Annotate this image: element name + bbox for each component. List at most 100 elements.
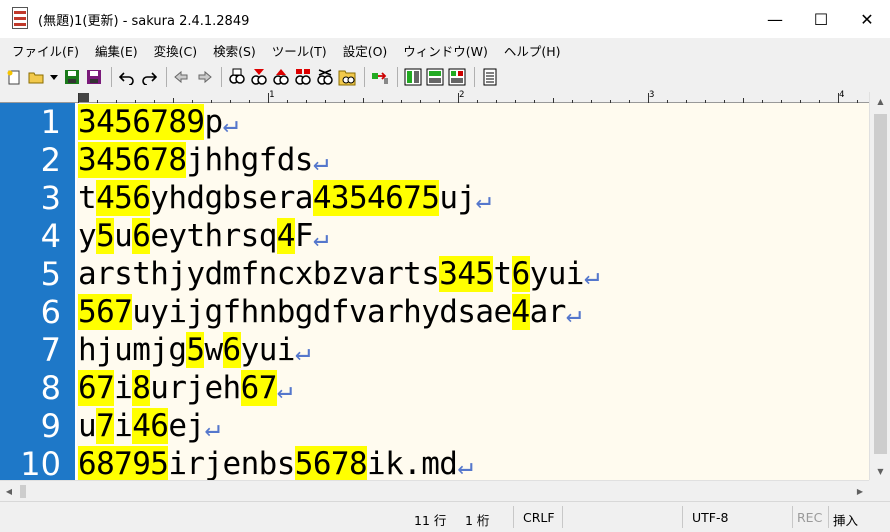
move-back-icon[interactable] xyxy=(172,66,192,88)
search-up-icon[interactable] xyxy=(271,66,291,88)
line-break-icon: ↵ xyxy=(457,451,473,480)
scroll-up-icon[interactable]: ▲ xyxy=(870,92,890,110)
replace-icon[interactable] xyxy=(293,66,313,88)
text-segment: yui xyxy=(529,256,585,292)
text-area[interactable]: 3456789p↵ 345678jhhgfds↵ t456yhdgbsera4354… xyxy=(78,103,869,480)
editor-area[interactable]: 1 2 3 4 5 6 7 8 9 10 3456789p↵ 345678jhhg… xyxy=(0,103,869,480)
toolbar-separator xyxy=(111,67,112,87)
settings-icon[interactable] xyxy=(480,66,500,88)
line-number: 3 xyxy=(40,179,61,217)
text-segment: jhhgfds xyxy=(186,142,313,178)
scroll-down-icon[interactable]: ▼ xyxy=(870,462,890,480)
text-segment: t xyxy=(78,180,97,216)
minimize-button[interactable]: — xyxy=(752,0,798,38)
ruler-tick xyxy=(648,93,649,103)
text-segment: w xyxy=(204,332,223,368)
tag-jump-icon[interactable] xyxy=(370,66,390,88)
highlighted-number: 6 xyxy=(511,256,530,292)
horizontal-scroll-thumb[interactable] xyxy=(20,485,26,498)
text-line[interactable]: hjumjg5w6yui↵ xyxy=(78,331,310,369)
menu-convert[interactable]: 変換(C) xyxy=(146,41,205,60)
gutter-border xyxy=(75,103,77,480)
sakura-app-icon[interactable] xyxy=(10,7,30,31)
menu-tools[interactable]: ツール(T) xyxy=(264,41,335,60)
text-segment: i xyxy=(114,370,133,406)
toolbar-separator xyxy=(221,67,222,87)
line-number-gutter[interactable]: 1 2 3 4 5 6 7 8 9 10 xyxy=(0,103,77,480)
scroll-right-icon[interactable]: ▶ xyxy=(851,481,869,502)
scrollbar-corner xyxy=(869,480,890,501)
text-line[interactable]: u7i46ej↵ xyxy=(78,407,220,445)
window-split-icon[interactable] xyxy=(447,66,467,88)
menu-window[interactable]: ウィンドウ(W) xyxy=(395,41,496,60)
menu-search[interactable]: 検索(S) xyxy=(205,41,264,60)
text-segment: yui xyxy=(240,332,296,368)
highlighted-number: 7 xyxy=(96,408,115,444)
title-bar: (無題)1(更新) - sakura 2.4.1.2849 — ☐ ✕ xyxy=(0,0,890,38)
open-file-icon[interactable] xyxy=(26,66,46,88)
highlighted-number: 5678 xyxy=(294,446,368,480)
horizontal-scrollbar[interactable]: ◀ ▶ xyxy=(0,480,869,501)
status-eol[interactable]: CRLF xyxy=(523,510,555,525)
status-separator xyxy=(562,506,563,528)
new-file-icon[interactable] xyxy=(4,66,24,88)
open-dropdown-icon[interactable] xyxy=(48,66,60,88)
menu-help[interactable]: ヘルプ(H) xyxy=(496,41,569,60)
redo-icon[interactable] xyxy=(139,66,159,88)
status-rec: REC xyxy=(797,510,823,525)
text-line[interactable]: 345678jhhgfds↵ xyxy=(78,141,329,179)
line-number: 7 xyxy=(40,331,61,369)
line-number: 4 xyxy=(40,217,61,255)
text-segment: i xyxy=(114,408,133,444)
text-line[interactable]: 567uyijgfhnbgdfvarhydsae4ar↵ xyxy=(78,293,581,331)
vertical-scroll-thumb[interactable] xyxy=(874,114,887,454)
scroll-left-icon[interactable]: ◀ xyxy=(0,481,18,502)
menu-bar: ファイル(F) 編集(E) 変換(C) 検索(S) ツール(T) 設定(O) ウ… xyxy=(0,38,890,62)
highlighted-number: 46 xyxy=(132,408,169,444)
grep-icon[interactable] xyxy=(337,66,357,88)
ruler-mark-2: 2 xyxy=(459,90,465,100)
window-controls: — ☐ ✕ xyxy=(752,0,890,38)
status-encoding[interactable]: UTF-8 xyxy=(692,510,728,525)
menu-edit[interactable]: 編集(E) xyxy=(87,41,146,60)
maximize-button[interactable]: ☐ xyxy=(798,0,844,38)
undo-icon[interactable] xyxy=(117,66,137,88)
save-all-icon[interactable] xyxy=(84,66,104,88)
window-cascade-icon[interactable] xyxy=(425,66,445,88)
text-segment: y xyxy=(78,218,97,254)
text-line[interactable]: t456yhdgbsera4354675uj↵ xyxy=(78,179,491,217)
text-line[interactable]: 67i8urjeh67↵ xyxy=(78,369,292,407)
vertical-scrollbar[interactable]: ▲ ▼ xyxy=(869,92,890,480)
text-segment: F xyxy=(294,218,314,254)
highlighted-number: 4354675 xyxy=(312,180,440,216)
text-line[interactable]: y5u6eythrsq4F↵ xyxy=(78,217,329,255)
line-number: 2 xyxy=(40,141,61,179)
status-separator xyxy=(792,506,793,528)
move-forward-icon[interactable] xyxy=(194,66,214,88)
clear-highlight-icon[interactable] xyxy=(315,66,335,88)
text-line[interactable]: 68795irjenbs5678ik.md↵ xyxy=(78,445,473,480)
text-segment: uyijgfhnbgdfvarhydsae xyxy=(132,294,512,330)
window-tile-icon[interactable] xyxy=(403,66,423,88)
ruler: 1 2 3 4 xyxy=(0,90,869,103)
text-line[interactable]: arsthjydmfncxbzvarts345t6yui↵ xyxy=(78,255,600,293)
text-segment: ar xyxy=(529,294,567,330)
highlighted-number: 8 xyxy=(132,370,151,406)
highlighted-number: 6 xyxy=(222,332,241,368)
text-segment: irjenbs xyxy=(168,446,295,480)
line-break-icon: ↵ xyxy=(312,223,329,253)
search-icon[interactable] xyxy=(227,66,247,88)
status-insert-mode[interactable]: 挿入 xyxy=(833,510,858,529)
menu-settings[interactable]: 設定(O) xyxy=(335,41,396,60)
save-icon[interactable] xyxy=(62,66,82,88)
search-down-icon[interactable] xyxy=(249,66,269,88)
text-segment: ej xyxy=(168,408,205,444)
status-separator xyxy=(828,506,829,528)
close-button[interactable]: ✕ xyxy=(844,0,890,38)
line-number: 8 xyxy=(40,369,61,407)
text-line[interactable]: 3456789p↵ xyxy=(78,103,238,141)
menu-file[interactable]: ファイル(F) xyxy=(4,41,87,60)
text-segment: t xyxy=(493,256,512,292)
line-number: 5 xyxy=(40,255,61,293)
text-segment: arsthjydmfncxbzvarts xyxy=(78,256,440,292)
